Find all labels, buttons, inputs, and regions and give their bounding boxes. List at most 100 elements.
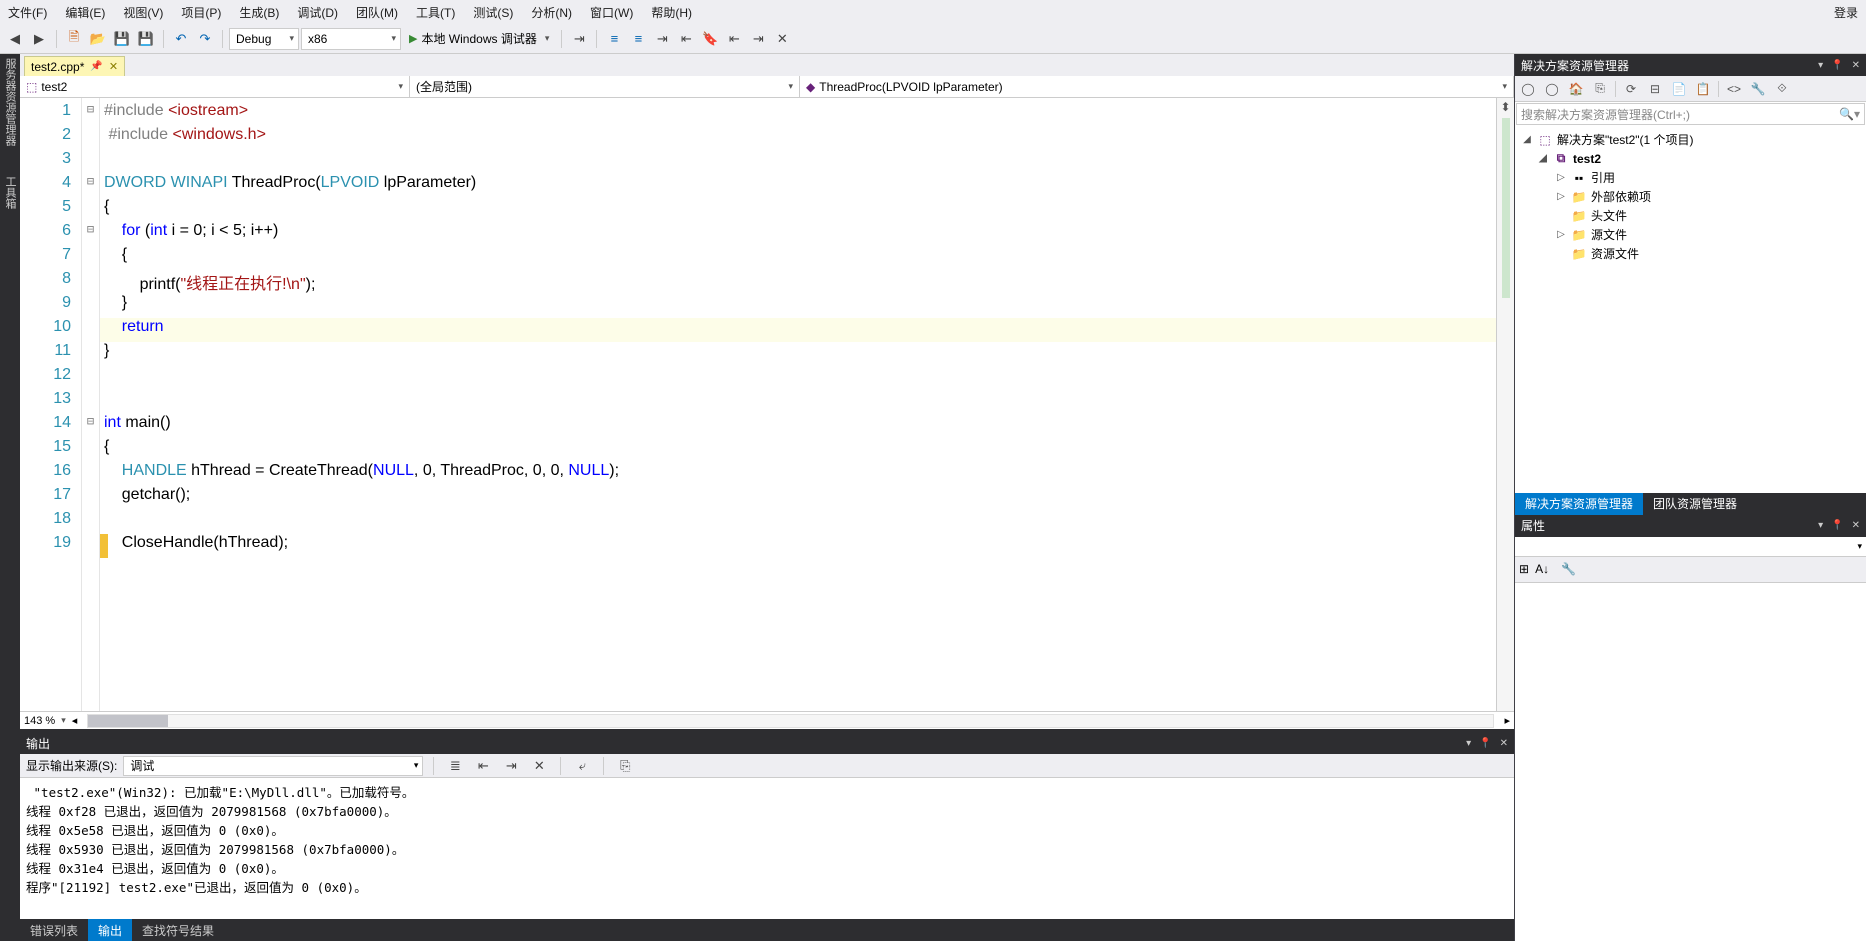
output-source-combo[interactable]: 调试 <box>123 756 423 776</box>
sol-root[interactable]: ◢⬚解决方案"test2"(1 个项目) <box>1515 130 1866 149</box>
solution-search[interactable]: 搜索解决方案资源管理器(Ctrl+;) 🔍▾ <box>1516 103 1865 125</box>
tab-team-explorer[interactable]: 团队资源管理器 <box>1643 493 1747 515</box>
menu-help[interactable]: 帮助(H) <box>651 4 692 21</box>
tab-error-list[interactable]: 错误列表 <box>20 919 88 941</box>
output-close-icon[interactable]: ✕ <box>1500 738 1508 749</box>
fold-column[interactable]: ⊟⊟⊟⊟ <box>82 98 100 711</box>
editor-area: test2.cpp* 📌 ✕ ⬚test2 (全局范围) ◆ThreadProc… <box>20 54 1514 941</box>
prev-bookmark-icon[interactable]: ⇤ <box>723 28 745 50</box>
sol-showall-icon[interactable]: 📄 <box>1670 80 1688 98</box>
menu-analyze[interactable]: 分析(N) <box>531 4 572 21</box>
pin-icon[interactable]: 📌 <box>90 56 102 78</box>
code-editor[interactable]: 12345678910111213141516171819 ⊟⊟⊟⊟ #incl… <box>20 98 1514 711</box>
sol-fwd-icon[interactable]: ◯ <box>1543 80 1561 98</box>
sol-project[interactable]: ◢⧉test2 <box>1515 149 1866 168</box>
run-button[interactable]: ▶本地 Windows 调试器▾ <box>403 28 555 50</box>
sol-collapse-icon[interactable]: ⊟ <box>1646 80 1664 98</box>
menu-edit[interactable]: 编辑(E) <box>65 4 105 21</box>
scroll-right-icon[interactable]: ▸ <box>1504 714 1510 727</box>
save-icon[interactable]: 💾 <box>111 28 133 50</box>
prop-cat-icon[interactable]: ⊞ <box>1519 562 1529 576</box>
outdent-icon[interactable]: ⇤ <box>675 28 697 50</box>
config-combo[interactable]: Debug <box>229 28 299 50</box>
toolbox-tab[interactable]: 工具箱 <box>2 176 18 209</box>
sol-sync-icon[interactable]: ⎘ <box>1591 80 1609 98</box>
split-icon[interactable]: ⬍ <box>1500 100 1510 114</box>
indent-icon[interactable]: ⇥ <box>651 28 673 50</box>
new-file-icon[interactable]: 🗎 <box>63 28 85 50</box>
scroll-marker-bar[interactable]: ⬍ <box>1496 98 1514 711</box>
scroll-left-icon[interactable]: ◂ <box>72 714 78 727</box>
prop-close-icon[interactable]: ✕ <box>1852 520 1860 531</box>
code-text[interactable]: #include <iostream> #include <windows.h>… <box>100 98 1496 711</box>
menu-build[interactable]: 生成(B) <box>239 4 279 21</box>
out-more-icon[interactable]: ⎘ <box>614 755 636 777</box>
platform-combo[interactable]: x86 <box>301 28 401 50</box>
uncomment-icon[interactable]: ≡ <box>627 28 649 50</box>
sol-back-icon[interactable]: ◯ <box>1519 80 1537 98</box>
out-next-icon[interactable]: ⇥ <box>500 755 522 777</box>
change-marker <box>1502 118 1510 298</box>
sol-refresh-icon[interactable]: ⟳ <box>1622 80 1640 98</box>
nav-fwd-icon[interactable]: ▶ <box>28 28 50 50</box>
server-explorer-tab[interactable]: 服务器资源管理器 <box>2 58 18 146</box>
sol-props-icon[interactable]: 📋 <box>1694 80 1712 98</box>
sol-sources[interactable]: ▷📁源文件 <box>1515 225 1866 244</box>
undo-icon[interactable]: ↶ <box>170 28 192 50</box>
menu-team[interactable]: 团队(M) <box>356 4 398 21</box>
output-text[interactable]: "test2.exe"(Win32): 已加载"E:\MyDll.dll"。已加… <box>20 778 1514 919</box>
output-dropdown-icon[interactable]: ▾ <box>1466 738 1471 749</box>
out-prev-icon[interactable]: ⇤ <box>472 755 494 777</box>
open-file-icon[interactable]: 📂 <box>87 28 109 50</box>
step-icon[interactable]: ⇥ <box>568 28 590 50</box>
sol-refs[interactable]: ▷▪▪引用 <box>1515 168 1866 187</box>
global-combo[interactable]: (全局范围) <box>410 76 800 97</box>
out-goto-icon[interactable]: ≣ <box>444 755 466 777</box>
bookmark-icon[interactable]: 🔖 <box>699 28 721 50</box>
prop-obj-combo[interactable]: ▾ <box>1515 537 1866 557</box>
close-tab-icon[interactable]: ✕ <box>109 60 118 73</box>
prop-az-icon[interactable]: A↓ <box>1535 562 1549 576</box>
save-all-icon[interactable]: 💾 <box>135 28 157 50</box>
member-combo[interactable]: ◆ThreadProc(LPVOID lpParameter) <box>800 76 1514 97</box>
left-dock: 服务器资源管理器 工具箱 <box>0 54 20 941</box>
sol-view-code-icon[interactable]: <> <box>1725 80 1743 98</box>
tab-solution-explorer[interactable]: 解决方案资源管理器 <box>1515 493 1643 515</box>
sol-home-icon[interactable]: 🏠 <box>1567 80 1585 98</box>
sol-pin-icon[interactable]: 📍 <box>1831 60 1843 71</box>
tab-output[interactable]: 输出 <box>88 919 132 941</box>
run-label: 本地 Windows 调试器 <box>421 30 536 47</box>
out-wrap-icon[interactable]: ⤶ <box>571 755 593 777</box>
prop-wrench-icon[interactable]: 🔧 <box>1561 562 1576 576</box>
scope-combo[interactable]: ⬚test2 <box>20 76 410 97</box>
next-bookmark-icon[interactable]: ⇥ <box>747 28 769 50</box>
menu-test[interactable]: 测试(S) <box>473 4 513 21</box>
sol-link-icon[interactable]: ⟐ <box>1773 80 1791 98</box>
menu-file[interactable]: 文件(F) <box>8 4 47 21</box>
sol-close-icon[interactable]: ✕ <box>1852 60 1860 71</box>
out-clear-icon[interactable]: ✕ <box>528 755 550 777</box>
zoom-level[interactable]: 143 % <box>24 715 55 727</box>
menu-project[interactable]: 项目(P) <box>181 4 221 21</box>
tab-find-symbol[interactable]: 查找符号结果 <box>132 919 224 941</box>
prop-dropdown-icon[interactable]: ▾ <box>1818 520 1823 531</box>
signin-link[interactable]: 登录 <box>1834 4 1858 21</box>
menu-debug[interactable]: 调试(D) <box>297 4 338 21</box>
redo-icon[interactable]: ↷ <box>194 28 216 50</box>
file-tab[interactable]: test2.cpp* 📌 ✕ <box>24 56 125 76</box>
menu-view[interactable]: 视图(V) <box>123 4 163 21</box>
h-scrollbar[interactable] <box>87 714 1494 728</box>
sol-headers[interactable]: 📁头文件 <box>1515 206 1866 225</box>
output-pin-icon[interactable]: 📍 <box>1479 738 1491 749</box>
sol-wrench-icon[interactable]: 🔧 <box>1749 80 1767 98</box>
sol-external[interactable]: ▷📁外部依赖项 <box>1515 187 1866 206</box>
menu-tools[interactable]: 工具(T) <box>416 4 455 21</box>
sol-dropdown-icon[interactable]: ▾ <box>1818 60 1823 71</box>
prop-pin-icon[interactable]: 📍 <box>1831 520 1843 531</box>
nav-back-icon[interactable]: ◀ <box>4 28 26 50</box>
menu-window[interactable]: 窗口(W) <box>590 4 633 21</box>
sol-resources[interactable]: 📁资源文件 <box>1515 244 1866 263</box>
clear-bookmark-icon[interactable]: ✕ <box>771 28 793 50</box>
comment-icon[interactable]: ≡ <box>603 28 625 50</box>
solution-tree[interactable]: ◢⬚解决方案"test2"(1 个项目) ◢⧉test2 ▷▪▪引用 ▷📁外部依… <box>1515 126 1866 493</box>
